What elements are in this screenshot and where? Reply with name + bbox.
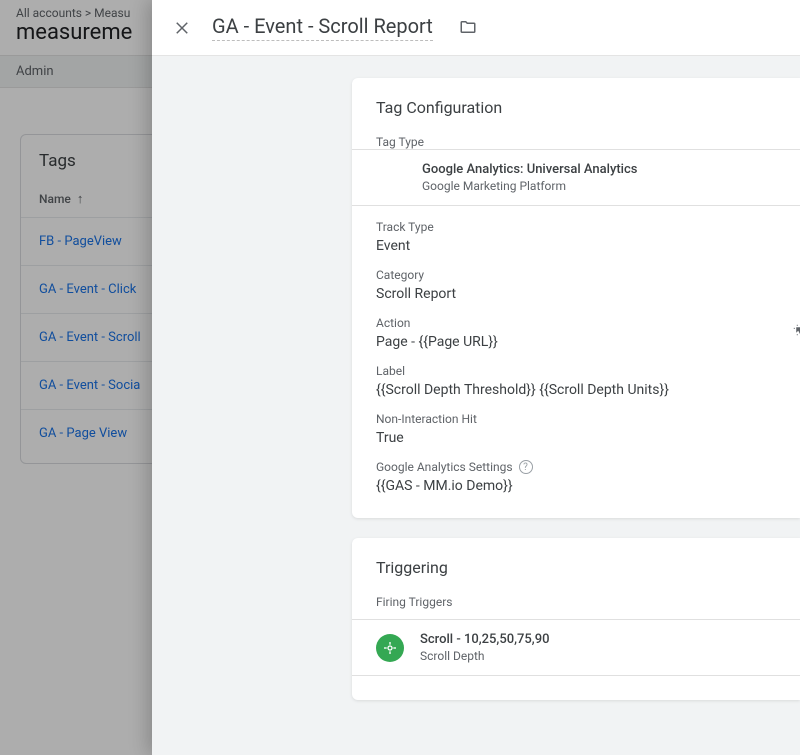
category-label: Category [376, 268, 776, 282]
card-title: Tag Configuration [376, 98, 776, 117]
ga-settings-label: Google Analytics Settings ? [376, 460, 776, 474]
trigger-row[interactable]: Scroll - 10,25,50,75,90 Scroll Depth [352, 619, 800, 676]
tag-name-input[interactable]: GA - Event - Scroll Report [212, 14, 433, 41]
scroll-depth-trigger-icon [376, 634, 404, 662]
card-title: Triggering [376, 558, 776, 577]
non-interaction-hit-label: Non-Interaction Hit [376, 412, 776, 426]
tag-configuration-card[interactable]: Tag Configuration Tag Type Google Analyt… [352, 78, 800, 518]
panel-body: Tag Configuration Tag Type Google Analyt… [152, 56, 800, 755]
tag-detail-panel: GA - Event - Scroll Report Tag Configura… [152, 0, 800, 755]
tag-type-label: Tag Type [376, 135, 776, 149]
trigger-type: Scroll Depth [420, 649, 550, 663]
firing-triggers-label: Firing Triggers [376, 595, 776, 609]
folder-icon[interactable] [459, 18, 479, 38]
track-type-value: Event [376, 238, 776, 254]
label-label: Label [376, 364, 776, 378]
help-icon[interactable]: ? [519, 460, 533, 474]
non-interaction-hit-value: True [376, 430, 776, 446]
triggering-card[interactable]: Triggering Firing Triggers Scroll - 10,2… [352, 538, 800, 700]
category-value: Scroll Report [376, 286, 776, 302]
google-analytics-icon [376, 163, 406, 193]
cursor-icon [792, 322, 800, 341]
panel-header: GA - Event - Scroll Report [152, 0, 800, 55]
action-value: Page - {{Page URL}} [376, 334, 776, 350]
tag-type-name: Google Analytics: Universal Analytics [422, 162, 637, 177]
action-label: Action [376, 316, 776, 330]
ga-settings-value: {{GAS - MM.io Demo}} [376, 478, 776, 494]
trigger-name: Scroll - 10,25,50,75,90 [420, 632, 550, 647]
track-type-label: Track Type [376, 220, 776, 234]
tag-type-selector[interactable]: Google Analytics: Universal Analytics Go… [352, 149, 800, 206]
label-value: {{Scroll Depth Threshold}} {{Scroll Dept… [376, 382, 776, 398]
tag-type-platform: Google Marketing Platform [422, 179, 637, 193]
close-icon[interactable] [170, 16, 194, 40]
